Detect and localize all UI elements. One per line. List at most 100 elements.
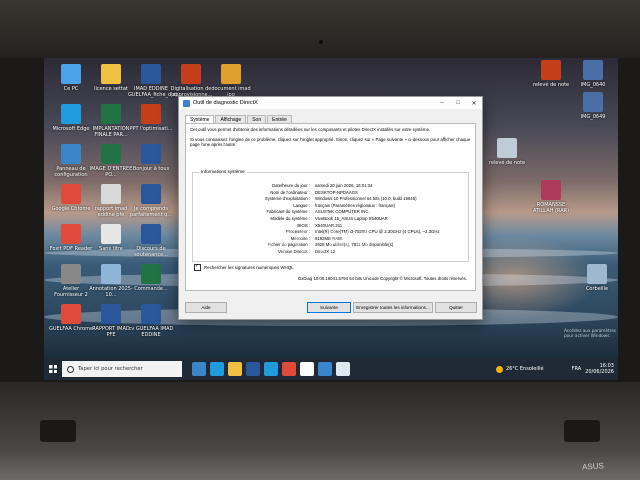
desktop-icon-label: Commande...: [134, 286, 168, 292]
desktop-icon[interactable]: Commande...: [128, 264, 174, 292]
weather-text[interactable]: 26°C Ensoleillé: [506, 366, 544, 372]
taskbar-app-icon[interactable]: [300, 362, 314, 376]
intro-paragraph-2: Si vous connaissez l'origine de ce probl…: [190, 136, 471, 148]
intro-paragraph-1: Cet outil vous permet d'obtenir des info…: [190, 127, 431, 132]
info-key: Fabricant du système :: [266, 209, 310, 215]
quit-button[interactable]: Quitter: [435, 302, 477, 313]
taskbar-app-icon[interactable]: [336, 362, 350, 376]
file-icon: [101, 64, 121, 84]
desktop-icon-label: relevé de note: [488, 160, 526, 166]
start-button[interactable]: [44, 358, 62, 380]
file-icon: [141, 144, 161, 164]
file-icon: [101, 184, 121, 204]
minimize-button[interactable]: –: [434, 100, 450, 106]
dialog-titlebar[interactable]: Outil de diagnostic DirectX – □ ✕: [179, 97, 482, 109]
help-button[interactable]: Aide: [185, 302, 227, 313]
info-key: Modèle du système :: [270, 216, 310, 221]
info-value: samedi 20 juin 2026, 16:01:34: [315, 183, 373, 188]
clock-date: 20/06/2026: [585, 369, 614, 375]
info-key: Système d'exploitation :: [264, 196, 310, 202]
file-icon: [583, 60, 603, 80]
desktop-icon[interactable]: relevé de note: [484, 138, 530, 166]
taskbar-app-icon[interactable]: [318, 362, 332, 376]
maximize-button[interactable]: □: [450, 100, 466, 106]
desktop-icon[interactable]: cv GUELFAA IMAD EDDINE: [128, 304, 174, 338]
desktop-icon[interactable]: Je comprends parfaitement q...: [128, 184, 174, 218]
desktop-icon[interactable]: document imad jpg: [208, 64, 254, 98]
whql-checkbox[interactable]: [194, 263, 201, 271]
system-tray: 26°C Ensoleillé FRA 16:03 20/06/2026: [495, 363, 618, 375]
desktop-icon-label: cv GUELFAA IMAD EDDINE: [128, 326, 174, 338]
info-value: ASUSTeK COMPUTER INC.: [315, 209, 370, 215]
search-placeholder: Taper ici pour rechercher: [78, 366, 143, 372]
desktop-icon[interactable]: Discours de soutenance...: [128, 224, 174, 258]
file-icon: [141, 64, 161, 84]
file-icon: [101, 304, 121, 324]
taskbar-search[interactable]: Taper ici pour rechercher: [62, 361, 182, 377]
intro-text: Cet outil vous permet d'obtenir des info…: [186, 124, 475, 148]
desktop-icon-label: ROMANSSE ATILLAH (RAR): [532, 202, 570, 214]
file-icon: [101, 144, 121, 164]
taskbar-app-icon[interactable]: [282, 362, 296, 376]
info-value: VivoBook 15_ASUS Laptop X540UAR: [315, 216, 388, 221]
dialog-window: Outil de diagnostic DirectX – □ ✕ Systèm…: [178, 96, 483, 320]
file-icon: [181, 64, 201, 84]
whql-checkbox-label: Rechercher les signatures numériques WHQ…: [204, 265, 294, 270]
file-icon: [587, 264, 607, 284]
system-info-row: Langue : français (Paramètres régionaux :…: [193, 203, 468, 209]
copyright-text: DxDiag 10.00.19041.5794 64 bits Unicode …: [298, 276, 467, 281]
whql-checkbox-row[interactable]: Rechercher les signatures numériques WHQ…: [194, 263, 294, 271]
system-info-row: Fabricant du système : ASUSTeK COMPUTER I…: [193, 209, 468, 215]
desktop-icon[interactable]: IMG_0649: [570, 92, 616, 120]
desktop-icon-label: Je comprends parfaitement q...: [129, 206, 173, 218]
file-icon: [541, 180, 561, 200]
activate-windows-text: Accédez aux paramètres pour activer Wind…: [564, 328, 616, 338]
hinge-left: [40, 420, 76, 442]
file-icon: [141, 264, 161, 284]
desktop-icon-label: PPT l'optimisati...: [129, 126, 173, 132]
file-icon: [541, 60, 561, 80]
file-icon: [101, 224, 121, 244]
system-info-row: Modèle du système : VivoBook 15_ASUS Lapt…: [193, 216, 468, 222]
file-icon: [61, 144, 81, 164]
desktop-screen: Ce PC licence settat IMAD EDDINE GUELFAA_f…: [44, 58, 618, 380]
save-all-button[interactable]: Enregistrer toutes les informations...: [353, 302, 433, 313]
next-button[interactable]: Suivante: [307, 302, 351, 313]
watermark: AVITO.MA: [224, 226, 376, 259]
desktop-icon[interactable]: relevé de note: [528, 60, 574, 88]
clock[interactable]: 16:03 20/06/2026: [585, 363, 614, 375]
laptop-brand: ASUS: [581, 461, 605, 472]
desktop-icon-label: relevé de note: [532, 82, 570, 88]
taskbar-app-icon[interactable]: [210, 362, 224, 376]
taskbar-app-icon[interactable]: [228, 362, 242, 376]
desktop-icon[interactable]: PPT l'optimisati...: [128, 104, 174, 132]
language-indicator[interactable]: FRA: [572, 366, 582, 372]
system-info-row: Nom de l'ordinateur : DESKTOP-NPDAAGS: [193, 190, 468, 196]
desktop-icon[interactable]: Bonjour à tous: [128, 144, 174, 172]
desktop-icon-label: Discours de soutenance...: [134, 246, 168, 258]
file-icon: [141, 304, 161, 324]
laptop-bezel-bottom: [0, 382, 640, 480]
info-key: Nom de l'ordinateur :: [270, 189, 310, 195]
desktop-icon[interactable]: IMG_0640: [570, 60, 616, 88]
directx-icon: [183, 99, 190, 107]
group-label: Informations système: [199, 169, 247, 174]
file-icon: [141, 184, 161, 204]
taskbar-app-icon[interactable]: [246, 362, 260, 376]
desktop-icon[interactable]: ROMANSSE ATILLAH (RAR): [528, 180, 574, 214]
file-icon: [141, 104, 161, 124]
windows-logo-icon: [49, 365, 57, 373]
close-button[interactable]: ✕: [466, 100, 482, 107]
info-value: DESKTOP-NPDAAGS: [315, 189, 358, 195]
file-icon: [497, 138, 517, 158]
taskbar-app-icon[interactable]: [192, 362, 206, 376]
desktop-icon-label: Corbeille: [585, 286, 609, 292]
weather-sun-icon: [495, 365, 503, 373]
file-icon: [101, 264, 121, 284]
file-icon: [61, 64, 81, 84]
info-value: Windows 10 Professionnel 64 bits (10.0, …: [315, 196, 417, 202]
info-key: Langue :: [293, 202, 310, 208]
taskbar-app-icon[interactable]: [264, 362, 278, 376]
desktop-icon[interactable]: Corbeille: [574, 264, 618, 292]
file-icon: [61, 104, 81, 124]
